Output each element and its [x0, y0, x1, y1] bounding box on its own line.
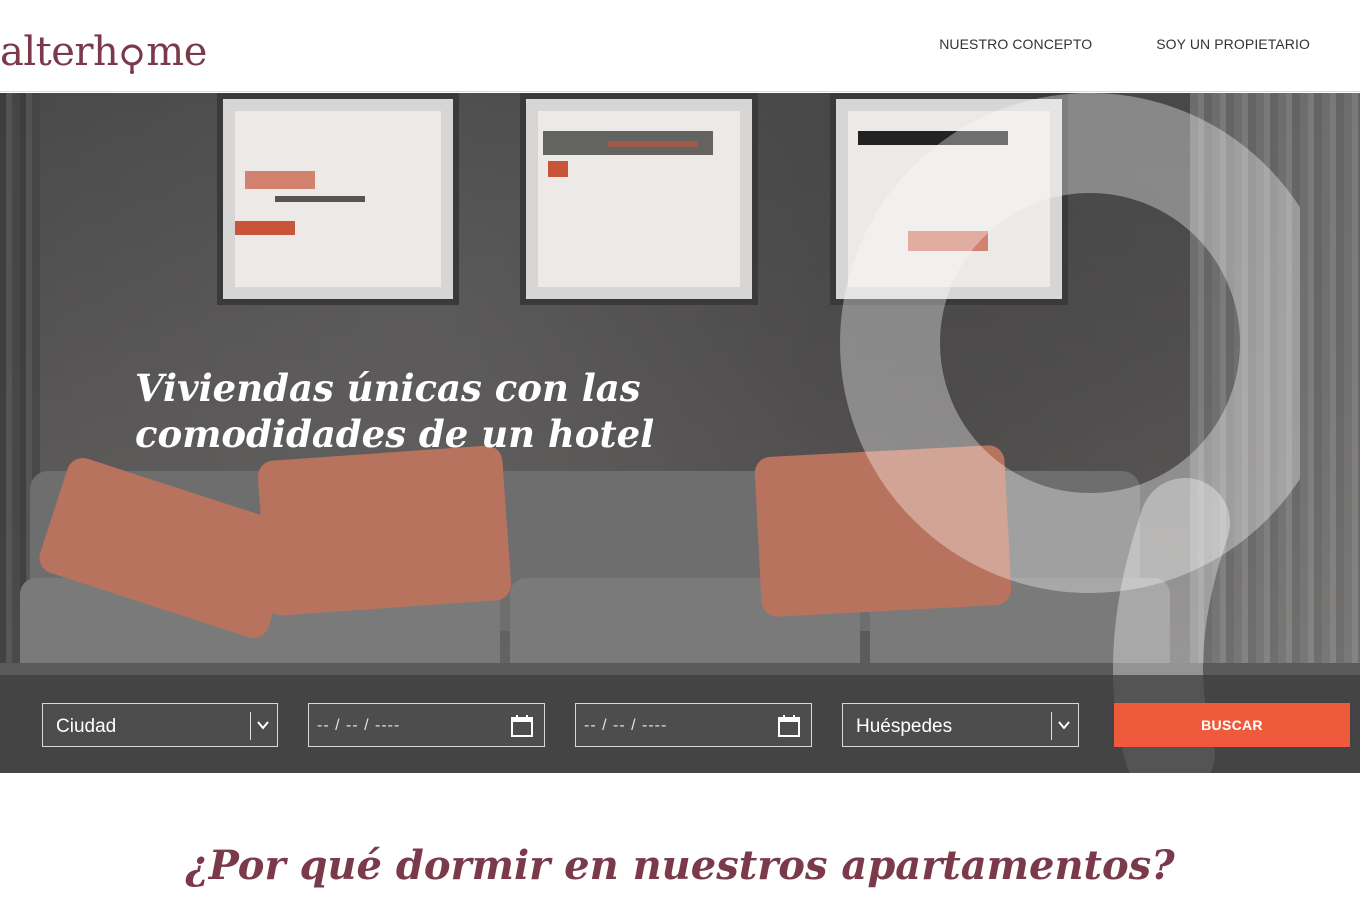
- location-pin-icon: [840, 93, 1300, 773]
- calendar-icon[interactable]: [777, 714, 801, 738]
- guests-select-label: Huéspedes: [856, 716, 953, 737]
- logo-text-end: me: [146, 29, 207, 75]
- main-nav: NUESTRO CONCEPTO SOY UN PROPIETARIO: [939, 36, 1310, 52]
- select-divider: [1051, 712, 1052, 740]
- checkout-date-input[interactable]: -- / -- / ----: [575, 703, 812, 747]
- framed-artwork: [520, 93, 758, 305]
- pillow: [256, 444, 513, 617]
- checkin-date-placeholder: -- / -- / ----: [317, 717, 401, 734]
- logo[interactable]: alterh me: [0, 20, 207, 75]
- city-select[interactable]: Ciudad: [42, 703, 278, 747]
- search-bar: Ciudad -- / -- / ---- -- / -- / ---- Hué…: [0, 675, 1360, 773]
- city-select-label: Ciudad: [56, 716, 117, 737]
- checkout-date-placeholder: -- / -- / ----: [584, 717, 668, 734]
- calendar-icon[interactable]: [510, 714, 534, 738]
- location-pin-icon: [119, 42, 145, 74]
- chevron-down-icon: [257, 721, 269, 730]
- hero-title-line-2: comodidades de un hotel: [135, 412, 655, 456]
- nav-link-soy-un-propietario[interactable]: SOY UN PROPIETARIO: [1156, 36, 1310, 52]
- hero-title: Viviendas únicas con las comodidades de …: [135, 365, 655, 457]
- hero-title-line-1: Viviendas únicas con las: [135, 366, 641, 410]
- framed-artwork: [217, 93, 459, 305]
- guests-select[interactable]: Huéspedes: [842, 703, 1079, 747]
- logo-text-start: alterh: [0, 29, 119, 75]
- nav-link-nuestro-concepto[interactable]: NUESTRO CONCEPTO: [939, 36, 1092, 52]
- checkin-date-input[interactable]: -- / -- / ----: [308, 703, 545, 747]
- chevron-down-icon: [1058, 721, 1070, 730]
- search-button[interactable]: BUSCAR: [1114, 703, 1350, 747]
- select-divider: [250, 712, 251, 740]
- site-header: alterh me NUESTRO CONCEPTO SOY UN PROPIE…: [0, 0, 1360, 92]
- section-title: ¿Por qué dormir en nuestros apartamentos…: [185, 842, 1175, 889]
- hero-banner: Viviendas únicas con las comodidades de …: [0, 93, 1360, 773]
